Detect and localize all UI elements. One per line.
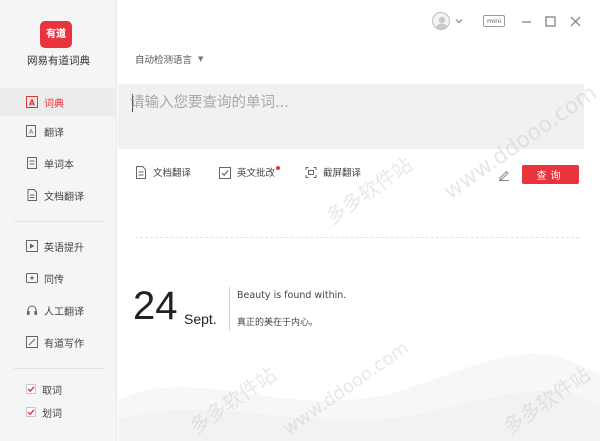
checkbox-checked-icon — [26, 407, 36, 417]
svg-text:A: A — [29, 129, 34, 136]
tool-label: 英文批改 — [237, 168, 276, 179]
capture-word-checkbox[interactable]: 取词 — [26, 381, 62, 397]
quote-chinese: 真正的美在于内心。 — [237, 318, 319, 328]
english-correct-tool[interactable]: 英文批改 — [219, 165, 281, 179]
sidebar-divider — [14, 221, 104, 222]
maximize-icon[interactable] — [542, 12, 558, 30]
translate-icon: A — [26, 125, 38, 137]
wordbook-icon — [26, 157, 38, 169]
svg-text:A: A — [29, 99, 36, 108]
sidebar-item-human-translate[interactable]: 人工翻译 — [0, 296, 117, 324]
app-logo: 有道 — [40, 21, 72, 48]
app-name: 网易有道词典 — [27, 55, 90, 67]
tool-label: 文档翻译 — [153, 168, 192, 179]
search-input[interactable] — [130, 90, 570, 116]
tool-label: 截屏翻译 — [323, 168, 362, 179]
date-month: Sept. — [184, 311, 217, 327]
screenshot-translate-tool[interactable]: 截屏翻译 — [305, 165, 361, 179]
caret-down-icon: ▼ — [198, 55, 204, 63]
doc-icon — [135, 165, 147, 179]
sidebar-item-label: 单词本 — [44, 159, 74, 171]
dict-icon: A — [26, 96, 38, 108]
quote-english: Beauty is found within. — [237, 290, 347, 301]
language-select-label: 自动检测语言 — [135, 55, 193, 66]
quote-divider — [229, 287, 230, 331]
language-select[interactable]: 自动检测语言 ▼ — [135, 52, 203, 66]
close-icon[interactable] — [567, 12, 583, 30]
sidebar-item-english-improve[interactable]: 英语提升 — [0, 232, 117, 260]
sidebar-item-label: 同传 — [44, 274, 64, 286]
notification-dot — [276, 166, 281, 170]
select-word-checkbox[interactable]: 划词 — [26, 404, 62, 420]
sidebar-item-label: 词典 — [44, 98, 64, 110]
sidebar-item-interpretation[interactable]: 同传 — [0, 264, 117, 292]
feedback-icon[interactable] — [497, 167, 511, 181]
date-day: 24 — [133, 284, 178, 328]
query-button[interactable]: 查询 — [522, 165, 579, 184]
writing-icon — [26, 336, 38, 348]
sidebar-item-doc-translate[interactable]: 文档翻译 — [0, 181, 117, 209]
sidebar-item-wordbook[interactable]: 单词本 — [0, 149, 117, 177]
watermark-text: 多多软件站 — [321, 152, 417, 230]
avatar[interactable] — [432, 12, 450, 30]
checkbox-label: 划词 — [42, 408, 62, 420]
mini-mode-button[interactable]: mini — [483, 15, 505, 27]
sidebar-item-label: 文档翻译 — [44, 191, 84, 203]
checkbox-label: 取词 — [42, 385, 62, 397]
divider — [135, 237, 579, 238]
english-improve-icon — [26, 240, 38, 252]
minimize-icon[interactable] — [518, 12, 534, 30]
sidebar-item-label: 人工翻译 — [44, 306, 84, 318]
background-wave — [118, 353, 600, 441]
screenshot-icon — [305, 166, 317, 179]
sidebar-item-dictionary[interactable]: A 词典 — [0, 88, 117, 116]
search-area[interactable] — [118, 84, 584, 149]
interpretation-icon — [26, 272, 38, 284]
sidebar-item-label: 有道写作 — [44, 338, 84, 350]
sidebar: 有道 网易有道词典 A 词典 A 翻译 单词本 文档翻译 英语提升 同传 人工翻… — [0, 0, 117, 441]
sidebar-item-writing[interactable]: 有道写作 — [0, 328, 117, 356]
doc-translate-tool[interactable]: 文档翻译 — [135, 165, 191, 179]
correct-icon — [219, 166, 231, 179]
sidebar-item-label: 翻译 — [44, 127, 64, 139]
chevron-down-icon[interactable] — [454, 12, 464, 30]
human-translate-icon — [26, 304, 38, 316]
checkbox-checked-icon — [26, 384, 36, 394]
sidebar-divider — [14, 368, 104, 369]
sidebar-item-translate[interactable]: A 翻译 — [0, 117, 117, 145]
doc-translate-icon — [26, 189, 38, 201]
sidebar-item-label: 英语提升 — [44, 242, 84, 254]
